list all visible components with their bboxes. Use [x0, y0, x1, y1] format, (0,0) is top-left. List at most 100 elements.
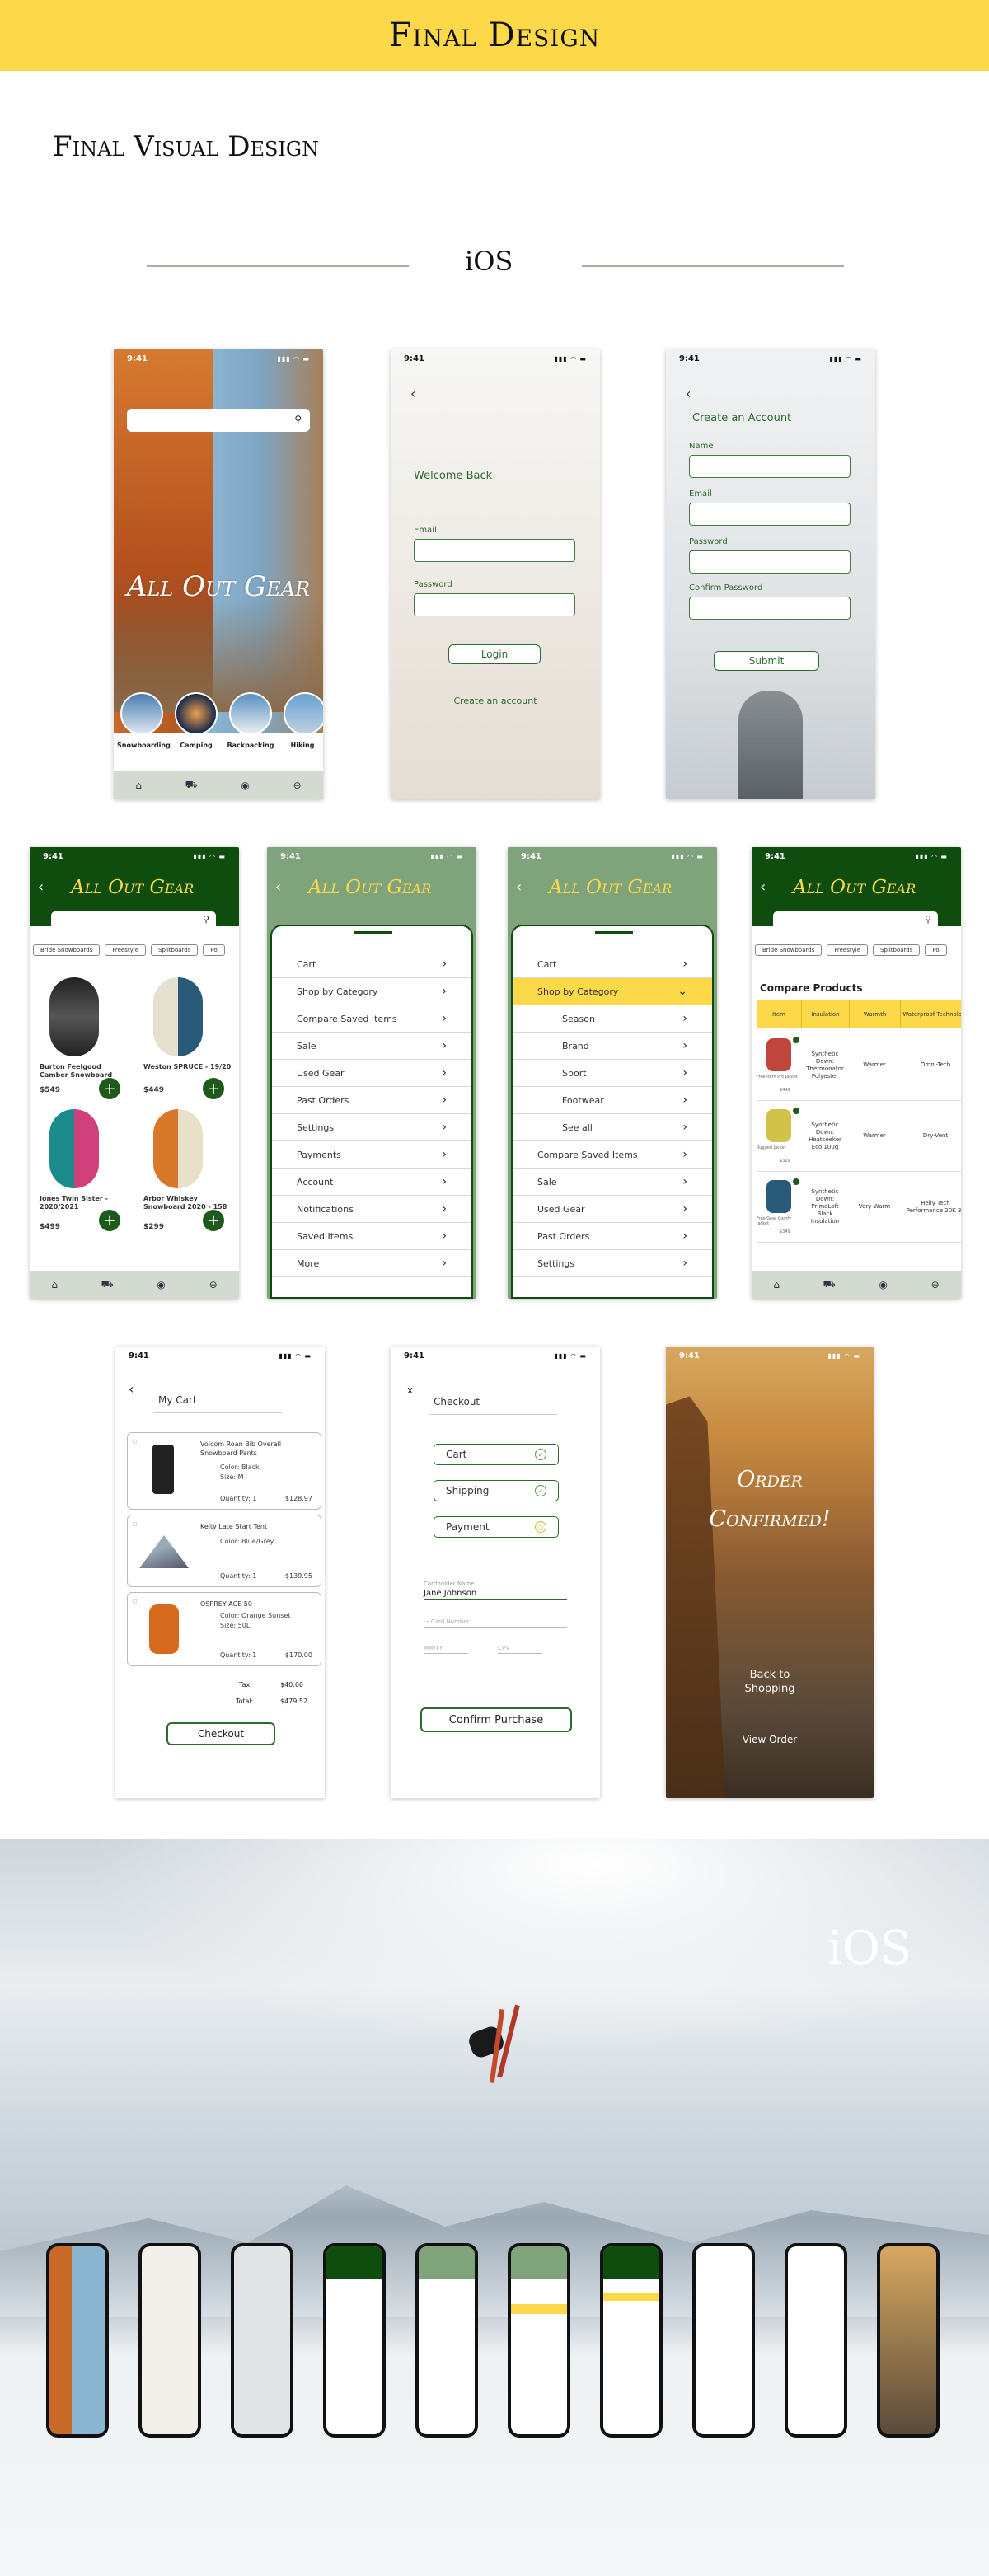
more-icon[interactable]: ⊖ — [209, 1279, 218, 1290]
category-camping[interactable] — [175, 692, 218, 735]
back-to-shopping-link[interactable]: Back to Shopping — [729, 1668, 811, 1696]
back-icon[interactable]: ‹ — [760, 878, 766, 896]
product-card[interactable]: Jones Twin Sister - 2020/2021 $499 + — [30, 1109, 120, 1241]
menu-item[interactable]: Payments › — [272, 1141, 471, 1169]
menu-item[interactable]: Sport › — [513, 1060, 712, 1087]
menu-item[interactable]: Used Gear › — [513, 1196, 712, 1223]
account-icon[interactable]: ◉ — [241, 780, 249, 791]
add-to-cart-button[interactable]: + — [99, 1210, 120, 1231]
cardholder-field[interactable]: Jane Johnson — [424, 1589, 567, 1600]
selected-indicator[interactable] — [793, 1178, 799, 1185]
chip[interactable]: Freestyle — [827, 944, 868, 956]
password-field[interactable] — [414, 593, 575, 616]
category-hiking[interactable] — [284, 692, 323, 735]
cart-icon[interactable]: ⛟ — [823, 1278, 836, 1291]
home-icon[interactable]: ⌂ — [773, 1279, 780, 1290]
product-card[interactable]: Burton Feelgood Camber Snowboard $549 + — [30, 977, 120, 1109]
menu-item[interactable]: Season › — [513, 1005, 712, 1033]
chip[interactable]: Splitboards — [873, 944, 921, 956]
menu-item[interactable]: Cart › — [272, 951, 471, 978]
menu-item[interactable]: Account › — [272, 1169, 471, 1196]
selected-indicator[interactable] — [793, 1107, 799, 1114]
login-button[interactable]: Login — [448, 644, 541, 664]
menu-item[interactable]: Compare Saved Items › — [272, 1005, 471, 1033]
selected-indicator[interactable] — [793, 1036, 799, 1043]
table-row[interactable]: Rugged Jacket $329 Synthetic Down: Heatsee… — [757, 1101, 961, 1172]
step-payment[interactable]: Payment ○ — [434, 1516, 559, 1538]
step-shipping[interactable]: Shipping ✓ — [434, 1480, 559, 1501]
sheet-handle[interactable] — [354, 931, 392, 934]
table-row[interactable]: Free Gear Comfy Jacket $349 Synthetic Down… — [757, 1172, 961, 1243]
back-icon[interactable]: ‹ — [38, 878, 44, 896]
menu-item-shop-by-category[interactable]: Shop by Category ⌄ — [513, 978, 712, 1005]
item-quantity[interactable]: Quantity: 1 — [220, 1495, 256, 1502]
submit-button[interactable]: Submit — [714, 651, 819, 671]
menu-item-cart[interactable]: Cart › — [513, 951, 712, 978]
email-field[interactable] — [689, 503, 851, 526]
cart-icon[interactable]: ⛟ — [185, 779, 198, 792]
back-icon[interactable]: ‹ — [516, 878, 522, 896]
view-order-link[interactable]: View Order — [666, 1734, 874, 1745]
item-quantity[interactable]: Quantity: 1 — [220, 1651, 256, 1659]
back-icon[interactable]: ‹ — [129, 1381, 134, 1397]
chip[interactable]: Bride Snowboards — [33, 944, 101, 956]
account-icon[interactable]: ◉ — [879, 1279, 887, 1290]
menu-item[interactable]: Compare Saved Items › — [513, 1141, 712, 1169]
chip[interactable]: Bride Snowboards — [755, 944, 823, 956]
home-icon[interactable]: ⌂ — [135, 780, 142, 791]
home-icon[interactable]: ⌂ — [51, 1279, 58, 1290]
menu-item[interactable]: Past Orders › — [513, 1223, 712, 1250]
back-icon[interactable]: ‹ — [275, 878, 281, 896]
name-field[interactable] — [689, 455, 851, 478]
back-icon[interactable]: ‹ — [686, 386, 691, 401]
cvv-field[interactable]: CVV — [498, 1645, 542, 1654]
add-to-cart-button[interactable]: + — [203, 1210, 224, 1231]
product-card[interactable]: Arbor Whiskey Snowboard 2020 - 158 $299 … — [134, 1109, 227, 1241]
table-row[interactable]: Free Item Pro Jacket $449 Synthetic Down: … — [757, 1030, 961, 1101]
close-icon[interactable]: x — [407, 1384, 413, 1396]
chip[interactable]: Po — [925, 944, 947, 956]
menu-item[interactable]: Settings › — [272, 1114, 471, 1141]
remove-icon[interactable]: ◻ — [133, 1520, 138, 1527]
chip[interactable]: Splitboards — [151, 944, 199, 956]
menu-item[interactable]: Used Gear › — [272, 1060, 471, 1087]
menu-item[interactable]: Sale › — [513, 1169, 712, 1196]
menu-item[interactable]: Saved Items › — [272, 1223, 471, 1250]
category-snowboarding[interactable] — [120, 692, 163, 735]
more-icon[interactable]: ⊖ — [293, 780, 302, 791]
cart-item[interactable]: ◻ Kelty Late Start Tent Color: Blue/Grey… — [127, 1515, 321, 1587]
search-input[interactable]: ⚲ — [773, 911, 938, 930]
cart-icon[interactable]: ⛟ — [101, 1278, 114, 1291]
expiry-field[interactable]: MM/YY — [424, 1645, 468, 1654]
password-field[interactable] — [689, 550, 851, 574]
sheet-handle[interactable] — [595, 931, 633, 934]
back-icon[interactable]: ‹ — [410, 386, 415, 401]
menu-item[interactable]: Footwear › — [513, 1087, 712, 1114]
card-number-field[interactable]: ▭ Card Number — [424, 1618, 567, 1628]
menu-item[interactable]: Brand › — [513, 1033, 712, 1060]
search-input[interactable]: ⚲ — [127, 409, 310, 432]
chip[interactable]: Freestyle — [105, 944, 146, 956]
item-quantity[interactable]: Quantity: 1 — [220, 1572, 256, 1580]
email-field[interactable] — [414, 539, 575, 562]
menu-item[interactable]: Sale › — [272, 1033, 471, 1060]
menu-item[interactable]: See all › — [513, 1114, 712, 1141]
remove-icon[interactable]: ◻ — [133, 1598, 138, 1604]
menu-item[interactable]: More › — [272, 1250, 471, 1277]
menu-item[interactable]: Notifications › — [272, 1196, 471, 1223]
add-to-cart-button[interactable]: + — [99, 1078, 120, 1099]
menu-item[interactable]: Past Orders › — [272, 1087, 471, 1114]
cart-item[interactable]: ◻ Volcom Roan Bib Overall Snowboard Pant… — [127, 1432, 321, 1510]
chip[interactable]: Po — [203, 944, 225, 956]
step-cart[interactable]: Cart ✓ — [434, 1444, 559, 1465]
search-input[interactable]: ⚲ — [51, 911, 216, 930]
menu-item[interactable]: Shop by Category › — [272, 978, 471, 1005]
checkout-button[interactable]: Checkout — [166, 1722, 275, 1745]
create-account-link[interactable]: Create an account — [391, 696, 600, 706]
product-card[interactable]: Weston SPRUCE - 19/20 $449 + — [134, 977, 231, 1109]
more-icon[interactable]: ⊖ — [931, 1279, 940, 1290]
cart-item[interactable]: ◻ OSPREY ACE 50 Color: Orange Sunset Siz… — [127, 1592, 321, 1666]
add-to-cart-button[interactable]: + — [203, 1078, 224, 1099]
menu-item[interactable]: Settings › — [513, 1250, 712, 1277]
category-backpacking[interactable] — [229, 692, 272, 735]
